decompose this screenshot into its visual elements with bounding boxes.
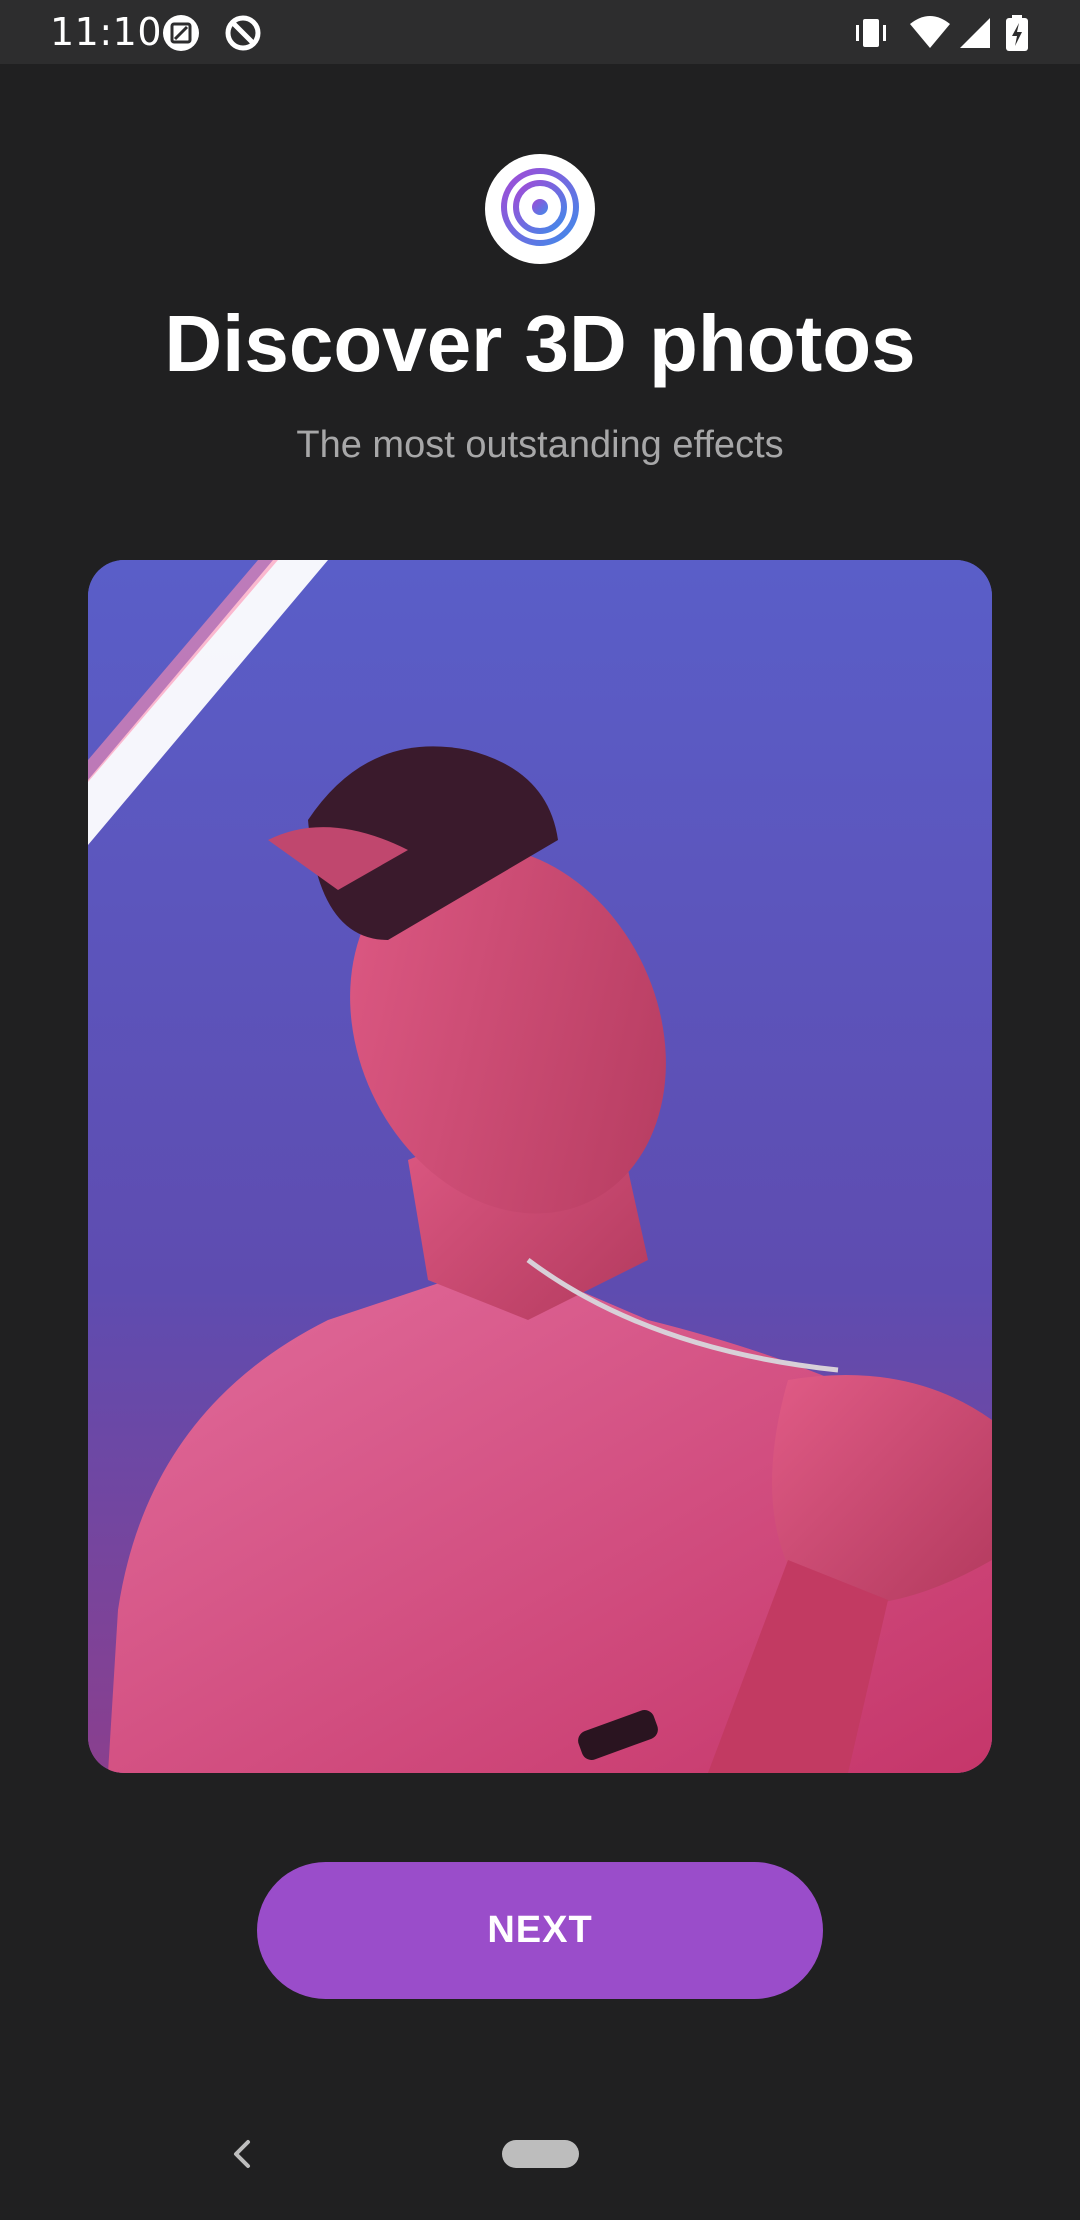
cell-signal-icon [956, 14, 994, 52]
back-chevron-icon[interactable] [222, 2134, 262, 2174]
preview-photo [88, 560, 992, 1773]
page-subtitle: The most outstanding effects [296, 424, 784, 466]
onboarding-screen: 11:10 Discover 3D photos The most outsta… [0, 0, 1080, 2220]
data-saver-icon [224, 14, 262, 52]
status-time: 11:10 [50, 10, 163, 54]
next-button[interactable]: NEXT [257, 1862, 823, 1999]
screenshot-icon [162, 14, 200, 52]
home-pill-icon[interactable] [502, 2140, 579, 2168]
app-logo [485, 154, 595, 264]
wifi-icon [908, 14, 952, 52]
page-title: Discover 3D photos [164, 299, 916, 388]
concentric-circles-logo-icon [498, 165, 582, 254]
vibrate-icon [852, 14, 890, 52]
battery-charging-icon [1004, 14, 1030, 52]
status-bar: 11:10 [0, 0, 1080, 64]
